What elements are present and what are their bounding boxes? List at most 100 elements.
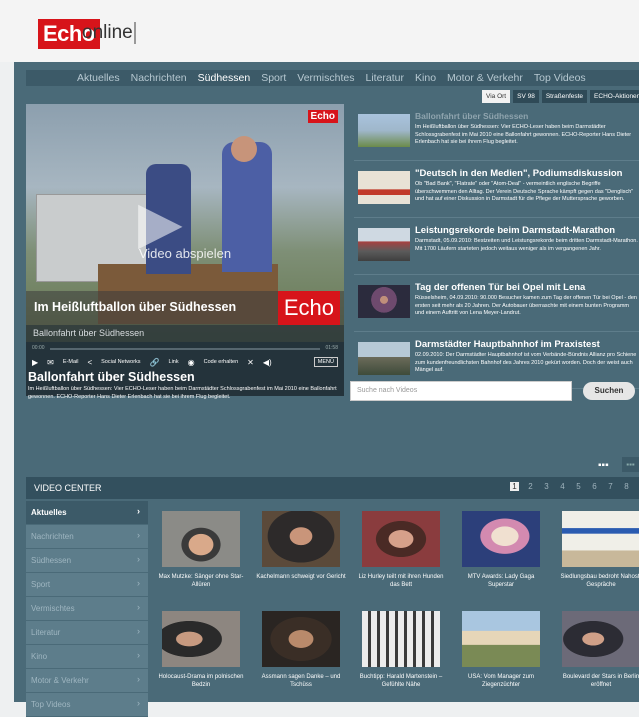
code-icon[interactable]: ◉ [188,358,195,367]
video-frame[interactable]: Echo ▶ Video abspielen Im Heißluftballon… [26,104,344,342]
video-caption[interactable]: Siedlungsbau bedroht Nahost-Gespräche [556,573,639,589]
time-total: 01:58 [325,345,338,351]
nav-item-aktuelles[interactable]: Aktuelles [77,72,120,84]
category-item-nachrichten[interactable]: Nachrichten [26,525,148,549]
page-link[interactable]: 8 [622,482,631,491]
link-button[interactable]: Link [169,359,179,365]
news-item[interactable]: "Deutsch in den Medien", Podiumsdiskussi… [354,161,639,218]
news-item[interactable]: Tag der offenen Tür bei Opel mit Lena Rü… [354,275,639,332]
category-item-aktuelles[interactable]: Aktuelles [26,501,148,525]
fullscreen-icon[interactable]: ✕ [247,358,254,367]
video-caption: Ballonfahrt über Südhessen [26,325,344,342]
news-title[interactable]: Ballonfahrt über Südhessen [415,111,639,121]
nav-item-top-videos[interactable]: Top Videos [534,72,586,84]
list-view-icon[interactable]: ▪▪▪ [622,457,639,472]
video-thumbnail[interactable] [362,511,440,567]
player-controls: ▶ ✉ E-Mail < Social Networks 🔗 Link ◉ Co… [32,356,338,368]
video-caption[interactable]: Liz Hurley teilt mit ihren Hunden das Be… [356,573,446,589]
volume-icon[interactable]: ◀) [263,358,272,367]
video-title: Ballonfahrt über Südhessen [28,370,195,384]
subtab-strassenfeste[interactable]: Straßenfeste [541,90,588,103]
site-header: Echo online [0,0,639,62]
news-item[interactable]: Ballonfahrt über Südhessen Im Heißluftba… [354,104,639,161]
nav-item-kino[interactable]: Kino [415,72,436,84]
subtab-echo-aktionen[interactable]: ECHO-Aktionen [590,90,639,103]
video-thumbnail[interactable] [262,511,340,567]
share-icon[interactable]: < [87,358,92,367]
video-thumbnail[interactable] [562,511,639,567]
page-link[interactable]: 2 [526,482,535,491]
play-label[interactable]: Video abspielen [26,246,344,261]
video-caption[interactable]: Holocaust-Drama im polnischen Bedzin [156,673,246,689]
category-item-kino[interactable]: Kino [26,645,148,669]
news-title[interactable]: Darmstädter Hauptbahnhof im Praxistest [415,339,639,350]
email-link[interactable]: E-Mail [63,359,79,365]
video-scene-head [231,136,257,162]
video-caption[interactable]: USA: Vom Manager zum Ziegenzüchter [456,673,546,689]
email-icon[interactable]: ✉ [47,358,54,367]
video-thumbnail[interactable] [362,611,440,667]
news-title[interactable]: Tag der offenen Tür bei Opel mit Lena [415,282,639,293]
nav-item-literatur[interactable]: Literatur [365,72,404,84]
video-thumbnail[interactable] [462,611,540,667]
video-caption[interactable]: Assmann sagen Danke – und Tschüss [256,673,346,689]
nav-item-nachrichten[interactable]: Nachrichten [131,72,187,84]
logo-divider [134,22,136,44]
search-input[interactable]: Suche nach Videos [350,381,572,401]
news-thumbnail[interactable] [358,114,410,147]
category-item-top-videos[interactable]: Top Videos [26,693,148,717]
get-code-button[interactable]: Code erhalten [204,359,239,365]
grid-view-icon[interactable]: ▪▪▪ [598,460,609,471]
search-button[interactable]: Suchen [583,382,635,400]
video-center-header: VIDEO CENTER 1 2 3 4 5 6 7 8 9 10 [26,477,639,499]
video-banner: Im Heißluftballon über Südhessen Echo [26,291,344,325]
video-caption[interactable]: Max Mutzke: Sänger ohne Star-Allüren [156,573,246,589]
page-link[interactable]: 1 [510,482,519,491]
nav-item-motor-verkehr[interactable]: Motor & Verkehr [447,72,523,84]
link-icon[interactable]: 🔗 [150,358,160,367]
page-link[interactable]: 7 [606,482,615,491]
progress-track[interactable] [50,348,320,350]
video-thumbnail[interactable] [162,611,240,667]
category-item-motor-verkehr[interactable]: Motor & Verkehr [26,669,148,693]
video-banner-logo: Echo [277,291,340,325]
news-thumbnail[interactable] [358,171,410,204]
news-title[interactable]: Leistungsrekorde beim Darmstadt-Marathon [415,225,639,236]
nav-item-suedhessen[interactable]: Südhessen [198,72,251,84]
nav-item-sport[interactable]: Sport [261,72,286,84]
news-text: Rüsselsheim, 04.09.2010: 90.000 Besucher… [415,295,637,316]
video-caption[interactable]: Buchtipp: Harald Martenstein – Gefühlte … [356,673,446,689]
menu-button[interactable]: MENÜ [313,357,338,367]
video-caption[interactable]: Kachelmann schweigt vor Gericht [256,573,346,581]
news-thumbnail[interactable] [358,342,410,375]
video-banner-text: Im Heißluftballon über Südhessen [34,300,237,314]
category-item-suedhessen[interactable]: Südhessen [26,549,148,573]
pagination: 1 2 3 4 5 6 7 8 9 10 [510,482,639,491]
page-link[interactable]: 5 [574,482,583,491]
news-item[interactable]: Leistungsrekorde beim Darmstadt-Marathon… [354,218,639,275]
subtabs: Via Ort SV 98 Straßenfeste ECHO-Aktionen [482,90,639,103]
page-link[interactable]: 4 [558,482,567,491]
category-item-sport[interactable]: Sport [26,573,148,597]
subtab-sv98[interactable]: SV 98 [513,90,539,103]
social-networks-link[interactable]: Social Networks [101,359,140,365]
category-item-literatur[interactable]: Literatur [26,621,148,645]
video-thumbnail[interactable] [462,511,540,567]
page-link[interactable]: 6 [590,482,599,491]
progress-bar[interactable]: 00:00 01:58 [32,345,338,353]
nav-item-vermischtes[interactable]: Vermischtes [297,72,354,84]
subtab-via-ort[interactable]: Via Ort [482,90,511,103]
news-thumbnail[interactable] [358,228,410,261]
video-thumbnail[interactable] [162,511,240,567]
video-caption[interactable]: MTV Awards: Lady Gaga Superstar [456,573,546,589]
page-link[interactable]: 3 [542,482,551,491]
video-thumbnail[interactable] [262,611,340,667]
category-item-vermischtes[interactable]: Vermischtes [26,597,148,621]
play-button-icon[interactable]: ▶ [32,358,38,367]
video-thumbnail[interactable] [562,611,639,667]
news-thumbnail[interactable] [358,285,410,318]
player-logo: Echo [307,110,338,123]
news-text: 02.09.2010: Der Darmstädter Hauptbahnhof… [415,352,637,373]
video-caption[interactable]: Boulevard der Stars in Berlin eröffnet [556,673,639,689]
news-title[interactable]: "Deutsch in den Medien", Podiumsdiskussi… [415,168,639,179]
